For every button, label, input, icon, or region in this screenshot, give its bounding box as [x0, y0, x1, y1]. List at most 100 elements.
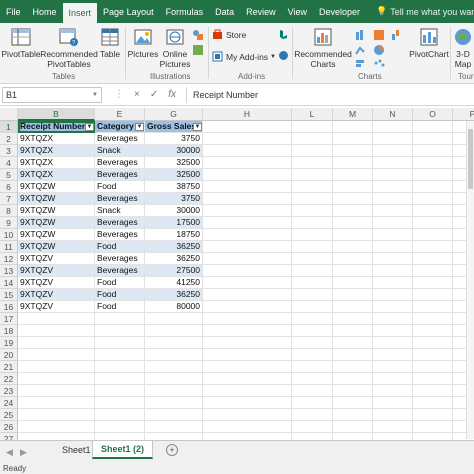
- grid-cell[interactable]: [292, 289, 333, 301]
- table-cell[interactable]: 38750: [145, 181, 203, 193]
- recommended-charts-button[interactable]: Recommended Charts: [294, 27, 352, 69]
- grid-cell[interactable]: [292, 157, 333, 169]
- grid-cell[interactable]: [292, 409, 333, 421]
- grid-cell[interactable]: [18, 349, 95, 361]
- grid-cell[interactable]: [292, 325, 333, 337]
- pictures-button[interactable]: Pictures: [128, 27, 158, 59]
- pivotchart-button[interactable]: PivotChart: [409, 27, 449, 59]
- grid-cell[interactable]: [18, 313, 95, 325]
- row-header[interactable]: 11: [0, 241, 18, 253]
- grid-cell[interactable]: [333, 301, 373, 313]
- row-header[interactable]: 27: [0, 433, 18, 440]
- grid-cell[interactable]: [333, 397, 373, 409]
- grid-cell[interactable]: [292, 433, 333, 440]
- grid-cell[interactable]: [145, 349, 203, 361]
- grid-cell[interactable]: [333, 193, 373, 205]
- row-header[interactable]: 26: [0, 421, 18, 433]
- grid-cell[interactable]: [333, 385, 373, 397]
- column-header-g[interactable]: G: [145, 108, 203, 121]
- grid-cell[interactable]: [373, 397, 413, 409]
- column-header-o[interactable]: O: [413, 108, 453, 121]
- grid-cell[interactable]: [95, 361, 145, 373]
- grid-cell[interactable]: [333, 133, 373, 145]
- grid-cell[interactable]: [95, 409, 145, 421]
- grid-cell[interactable]: [203, 361, 292, 373]
- grid-cell[interactable]: [203, 205, 292, 217]
- tab-file[interactable]: File: [0, 0, 27, 23]
- grid-cell[interactable]: [292, 229, 333, 241]
- grid-cell[interactable]: [292, 169, 333, 181]
- table-cell[interactable]: 30000: [145, 145, 203, 157]
- grid-cell[interactable]: [203, 409, 292, 421]
- row-header[interactable]: 4: [0, 157, 18, 169]
- table-button[interactable]: Table: [98, 27, 122, 59]
- row-header[interactable]: 21: [0, 361, 18, 373]
- grid-cell[interactable]: [333, 145, 373, 157]
- grid-cell[interactable]: [145, 325, 203, 337]
- grid-cell[interactable]: [413, 157, 453, 169]
- table-cell[interactable]: Food: [95, 301, 145, 313]
- grid-cell[interactable]: [292, 193, 333, 205]
- row-header[interactable]: 24: [0, 397, 18, 409]
- grid-cell[interactable]: [203, 337, 292, 349]
- grid-cell[interactable]: [413, 313, 453, 325]
- enter-icon[interactable]: ✓: [150, 89, 158, 100]
- row-header[interactable]: 19: [0, 337, 18, 349]
- worksheet-grid[interactable]: B E G H L M N O P 1 Receipt Number ▼ Category ▼ Gross …: [0, 108, 474, 440]
- grid-cell[interactable]: [18, 325, 95, 337]
- grid-cell[interactable]: [203, 313, 292, 325]
- table-cell[interactable]: 32500: [145, 169, 203, 181]
- table-cell[interactable]: 36250: [145, 289, 203, 301]
- scrollbar-thumb[interactable]: [468, 129, 473, 189]
- filter-dropdown-icon[interactable]: ▼: [85, 123, 94, 131]
- grid-cell[interactable]: [413, 325, 453, 337]
- grid-cell[interactable]: [292, 385, 333, 397]
- grid-cell[interactable]: [413, 361, 453, 373]
- grid-cell[interactable]: [413, 193, 453, 205]
- grid-cell[interactable]: [95, 421, 145, 433]
- row-header[interactable]: 18: [0, 325, 18, 337]
- grid-cell[interactable]: [413, 229, 453, 241]
- filter-button[interactable]: ▼: [133, 121, 145, 133]
- grid-cell[interactable]: [413, 421, 453, 433]
- table-cell[interactable]: 9XTQZX: [18, 169, 95, 181]
- grid-cell[interactable]: [413, 145, 453, 157]
- grid-cell[interactable]: [333, 433, 373, 440]
- table-cell[interactable]: 9XTQZV: [18, 277, 95, 289]
- table-cell[interactable]: 9XTQZX: [18, 157, 95, 169]
- grid-cell[interactable]: [292, 277, 333, 289]
- grid-cell[interactable]: [145, 385, 203, 397]
- column-header-n[interactable]: N: [373, 108, 413, 121]
- table-cell[interactable]: Beverages: [95, 157, 145, 169]
- table-cell[interactable]: 9XTQZW: [18, 193, 95, 205]
- grid-cell[interactable]: [333, 373, 373, 385]
- bing-maps-button[interactable]: [277, 29, 289, 61]
- grid-cell[interactable]: [333, 409, 373, 421]
- vertical-scrollbar[interactable]: [466, 121, 474, 439]
- grid-cell[interactable]: [373, 313, 413, 325]
- shapes-button[interactable]: [191, 29, 205, 56]
- grid-cell[interactable]: [292, 205, 333, 217]
- grid-cell[interactable]: [18, 397, 95, 409]
- grid-cell[interactable]: [373, 409, 413, 421]
- grid-cell[interactable]: [145, 409, 203, 421]
- table-cell[interactable]: Food: [95, 241, 145, 253]
- grid-cell[interactable]: [333, 325, 373, 337]
- column-header-e[interactable]: E: [95, 108, 145, 121]
- grid-cell[interactable]: [333, 169, 373, 181]
- grid-cell[interactable]: [18, 421, 95, 433]
- grid-cell[interactable]: [413, 337, 453, 349]
- tell-me-box[interactable]: 💡 Tell me what you want t: [366, 0, 474, 23]
- store-button[interactable]: Store: [212, 29, 246, 40]
- table-cell[interactable]: 9XTQZV: [18, 301, 95, 313]
- grid-cell[interactable]: [333, 265, 373, 277]
- table-cell[interactable]: 80000: [145, 301, 203, 313]
- grid-cell[interactable]: [95, 337, 145, 349]
- table-cell[interactable]: 41250: [145, 277, 203, 289]
- insert-function-icon[interactable]: fx: [168, 89, 176, 100]
- table-cell[interactable]: 9XTQZW: [18, 241, 95, 253]
- grid-cell[interactable]: [203, 133, 292, 145]
- grid-cell[interactable]: [373, 181, 413, 193]
- grid-cell[interactable]: [95, 349, 145, 361]
- table-cell[interactable]: Beverages: [95, 169, 145, 181]
